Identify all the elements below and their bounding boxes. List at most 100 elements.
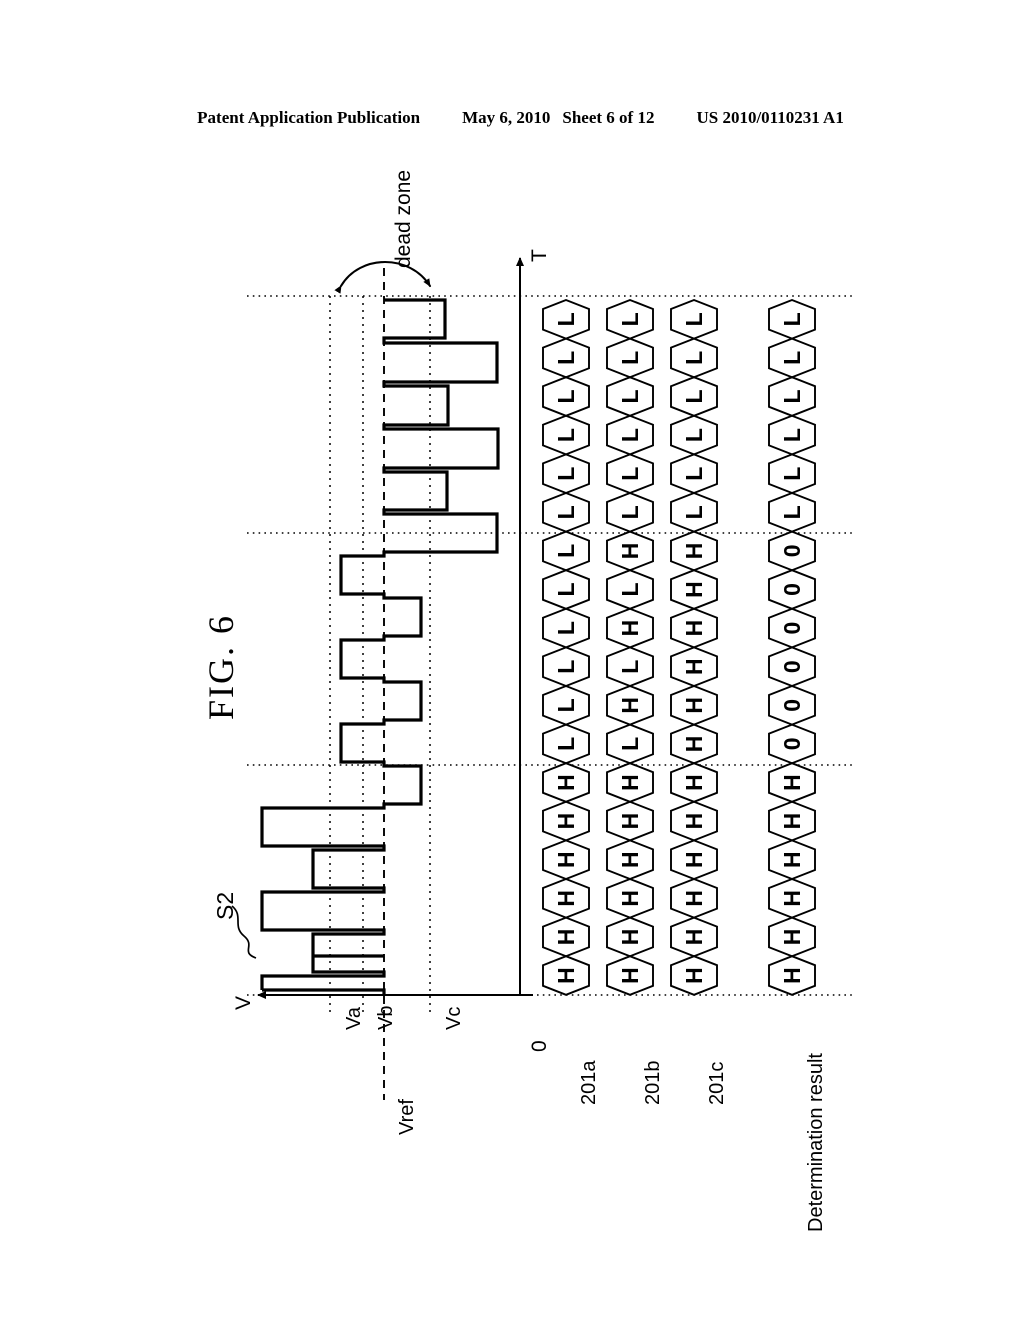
hex-cell: H — [606, 916, 654, 958]
hex-cell: H — [768, 916, 816, 958]
hex-cell: L — [542, 337, 590, 379]
hex-cell: 0 — [768, 646, 816, 688]
hex-cell-value: H — [779, 851, 805, 868]
hex-cell-value: L — [553, 621, 579, 635]
hex-cell-value: L — [617, 467, 643, 481]
hex-cell-value: H — [553, 967, 579, 984]
hex-cell: L — [606, 646, 654, 688]
hex-cell: H — [606, 800, 654, 842]
hex-cell: H — [606, 877, 654, 919]
hex-cell-value: L — [553, 389, 579, 403]
hex-cell-value: L — [553, 428, 579, 442]
hex-cell: H — [542, 955, 590, 996]
hex-cell: L — [670, 298, 718, 340]
hex-cell: H — [768, 762, 816, 803]
waveform-s2 — [260, 298, 500, 990]
time-axis — [507, 257, 533, 996]
hex-cell-value: H — [681, 929, 707, 946]
dead-zone-arrow — [334, 260, 432, 294]
hex-cell-value: L — [553, 737, 579, 751]
hex-cell: L — [606, 569, 654, 610]
hex-cell: L — [606, 376, 654, 417]
hex-cell-value: L — [553, 660, 579, 674]
hex-cell-value: L — [681, 312, 707, 326]
hex-cell-value: L — [553, 582, 579, 596]
hex-cell-value: L — [779, 467, 805, 481]
hex-cell: H — [542, 800, 590, 842]
hex-cell-value: H — [681, 658, 707, 675]
hex-cell-value: 0 — [779, 699, 805, 712]
hex-cell: H — [670, 569, 718, 610]
hex-cell: H — [606, 607, 654, 649]
hex-cell-value: L — [617, 582, 643, 596]
hex-cell: H — [670, 877, 718, 919]
hex-cell: H — [606, 762, 654, 803]
hex-cell-value: 0 — [779, 583, 805, 596]
hex-cell: L — [606, 337, 654, 379]
hex-cell: 0 — [768, 684, 816, 726]
hex-cell: L — [768, 491, 816, 533]
hex-cell-value: H — [681, 697, 707, 714]
hex-cell: L — [542, 453, 590, 495]
hex-cell-value: H — [681, 620, 707, 637]
hex-cell: H — [542, 762, 590, 803]
hex-cell-value: 0 — [779, 545, 805, 558]
hex-cell-value: H — [681, 774, 707, 791]
hex-cell-value: L — [553, 467, 579, 481]
hex-cell-value: H — [779, 967, 805, 984]
hex-cell: L — [606, 414, 654, 456]
hex-cell-value: L — [553, 698, 579, 712]
hex-cell: H — [670, 530, 718, 572]
hex-cell: H — [670, 723, 718, 765]
hex-cell: 0 — [768, 723, 816, 765]
patent-figure-page: Patent Application Publication May 6, 201… — [0, 0, 1024, 1320]
hex-cell-value: H — [681, 813, 707, 830]
hex-cell-value: H — [617, 967, 643, 984]
hex-cell: H — [670, 800, 718, 842]
hex-cell-value: H — [617, 929, 643, 946]
hex-cell: H — [670, 839, 718, 881]
s2-leader-line — [231, 905, 257, 959]
hex-cell: L — [606, 298, 654, 340]
hex-cell-value: H — [617, 890, 643, 907]
hex-cell-value: H — [681, 581, 707, 598]
hex-cell: H — [670, 607, 718, 649]
hex-cell-value: H — [553, 890, 579, 907]
hex-cell-value: L — [681, 505, 707, 519]
hex-cell: L — [542, 376, 590, 417]
hex-cell-value: L — [779, 428, 805, 442]
hex-cell: H — [670, 684, 718, 726]
hex-cell-value: L — [617, 505, 643, 519]
hex-cell-value: L — [617, 428, 643, 442]
hex-cell: H — [670, 646, 718, 688]
hex-row-201b: L L L L L L H L H L H L H H H H H H — [606, 298, 654, 996]
hex-cell: L — [768, 453, 816, 495]
hex-cell-value: H — [553, 929, 579, 946]
hex-cell-value: 0 — [779, 738, 805, 751]
hex-cell-value: L — [617, 312, 643, 326]
hex-cell-value: L — [779, 312, 805, 326]
hex-cell: L — [542, 298, 590, 340]
hex-cell-value: 0 — [779, 660, 805, 673]
hex-cell: H — [670, 762, 718, 803]
hex-cell: H — [768, 955, 816, 996]
hex-cell: L — [542, 646, 590, 688]
hex-cell: L — [542, 414, 590, 456]
hex-cell-value: L — [681, 428, 707, 442]
hex-cell-value: L — [681, 351, 707, 365]
hex-cell-value: H — [617, 697, 643, 714]
hex-cell: H — [606, 839, 654, 881]
hex-cell-value: L — [681, 467, 707, 481]
hex-cell: L — [670, 453, 718, 495]
hex-cell: H — [542, 916, 590, 958]
hex-cell: H — [606, 684, 654, 726]
hex-cell-value: H — [681, 736, 707, 753]
hex-cell: L — [768, 414, 816, 456]
hex-cell-value: H — [553, 851, 579, 868]
hex-cell: H — [542, 877, 590, 919]
hex-cell: L — [542, 491, 590, 533]
hex-cell-value: 0 — [779, 622, 805, 635]
hex-cell: L — [542, 530, 590, 572]
hex-cell: H — [606, 955, 654, 996]
hex-cell: L — [670, 414, 718, 456]
